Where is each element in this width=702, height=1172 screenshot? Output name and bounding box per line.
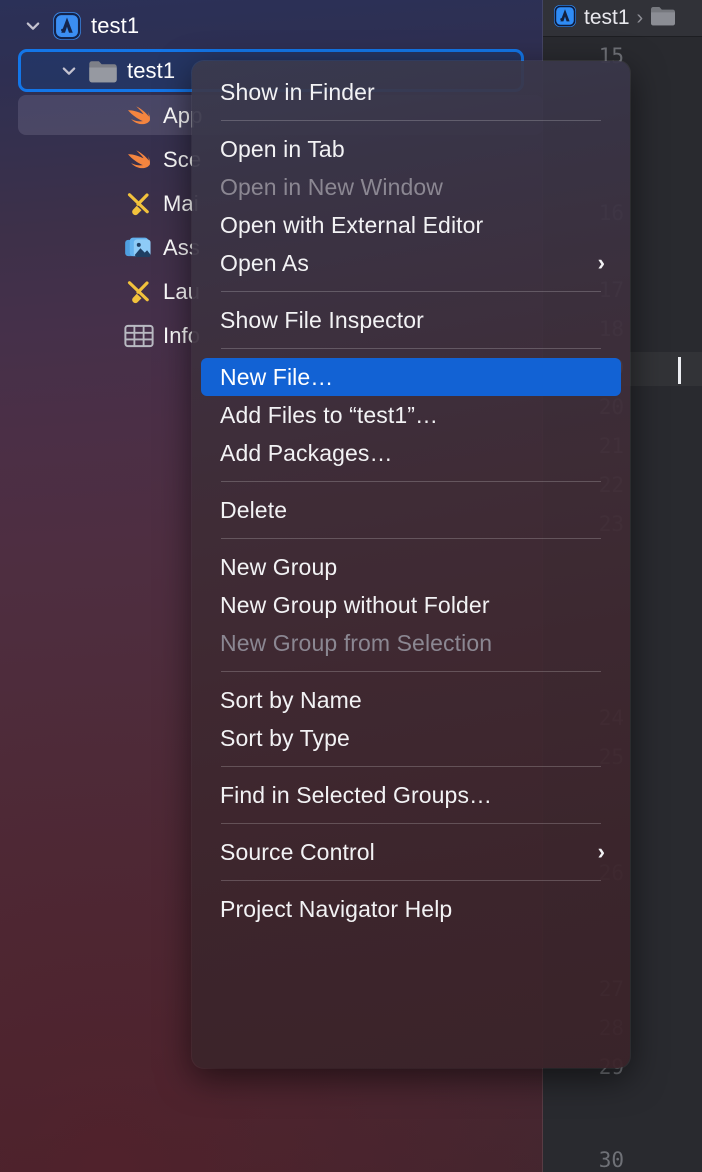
xcode-project-icon: [52, 11, 82, 41]
tree-row[interactable]: test1: [0, 4, 543, 48]
menu-item[interactable]: Show File Inspector: [201, 301, 621, 339]
menu-item-label: Open As: [220, 250, 309, 277]
menu-item[interactable]: Open in Tab: [201, 130, 621, 168]
menu-item-label: New File…: [220, 364, 333, 391]
menu-separator: [221, 823, 601, 824]
menu-item-label: Source Control: [220, 839, 375, 866]
disclosure-spacer: [94, 281, 116, 303]
swift-file-icon: [124, 145, 154, 175]
menu-item[interactable]: New File…: [201, 358, 621, 396]
folder-icon: [88, 56, 118, 86]
menu-item-label: Project Navigator Help: [220, 896, 452, 923]
line-number: 30: [554, 1148, 624, 1172]
text-caret: [678, 357, 681, 384]
menu-separator: [221, 120, 601, 121]
submenu-chevron-right-icon: ›: [598, 252, 605, 274]
xcode-window: test1test1AppSceMaiAssLauInfo test1 ›: [0, 0, 702, 1172]
menu-separator: [221, 671, 601, 672]
menu-separator: [221, 766, 601, 767]
storyboard-icon: [124, 277, 154, 307]
menu-item[interactable]: Sort by Name: [201, 681, 621, 719]
menu-item-label: Find in Selected Groups…: [220, 782, 492, 809]
menu-item: Open in New Window: [201, 168, 621, 206]
menu-item-label: New Group: [220, 554, 337, 581]
menu-item[interactable]: Open with External Editor: [201, 206, 621, 244]
menu-item: New Group from Selection: [201, 624, 621, 662]
menu-item-label: Delete: [220, 497, 287, 524]
menu-item[interactable]: Open As ›: [201, 244, 621, 282]
submenu-chevron-right-icon: ›: [598, 841, 605, 863]
swift-file-icon: [124, 101, 154, 131]
menu-item[interactable]: New Group without Folder: [201, 586, 621, 624]
menu-item[interactable]: Project Navigator Help: [201, 890, 621, 928]
menu-item-label: Sort by Type: [220, 725, 350, 752]
plist-file-icon: [124, 321, 154, 351]
menu-item-label: Add Packages…: [220, 440, 393, 467]
breadcrumb-project-label[interactable]: test1: [584, 6, 630, 30]
menu-separator: [221, 538, 601, 539]
menu-item[interactable]: Find in Selected Groups…: [201, 776, 621, 814]
menu-item-label: Open in Tab: [220, 136, 345, 163]
disclosure-spacer: [94, 149, 116, 171]
menu-item[interactable]: New Group: [201, 548, 621, 586]
menu-item-label: Sort by Name: [220, 687, 362, 714]
menu-item[interactable]: Add Files to “test1”…: [201, 396, 621, 434]
folder-icon: [650, 5, 676, 31]
menu-separator: [221, 880, 601, 881]
disclosure-spacer: [94, 325, 116, 347]
project-navigator-context-menu[interactable]: Show in Finder Open in Tab Open in New Win…: [192, 61, 630, 1068]
menu-item-label: Add Files to “test1”…: [220, 402, 438, 429]
menu-item[interactable]: Source Control ›: [201, 833, 621, 871]
menu-item-label: Show in Finder: [220, 79, 375, 106]
menu-item-label: New Group without Folder: [220, 592, 490, 619]
menu-separator: [221, 481, 601, 482]
menu-item[interactable]: Show in Finder: [201, 73, 621, 111]
chevron-right-icon: ›: [637, 7, 644, 30]
menu-item-label: Show File Inspector: [220, 307, 424, 334]
menu-item[interactable]: Delete: [201, 491, 621, 529]
chevron-down-icon[interactable]: [58, 60, 80, 82]
menu-item-label: Open in New Window: [220, 174, 443, 201]
menu-item[interactable]: Add Packages…: [201, 434, 621, 472]
menu-separator: [221, 348, 601, 349]
assets-catalog-icon: [124, 233, 154, 263]
disclosure-spacer: [94, 193, 116, 215]
breadcrumb[interactable]: test1 ›: [543, 0, 702, 37]
menu-item-label: New Group from Selection: [220, 630, 492, 657]
disclosure-spacer: [94, 105, 116, 127]
menu-separator: [221, 291, 601, 292]
storyboard-icon: [124, 189, 154, 219]
tree-row-label: test1: [91, 13, 139, 39]
xcode-project-icon: [553, 4, 577, 33]
disclosure-spacer: [94, 237, 116, 259]
menu-item[interactable]: Sort by Type: [201, 719, 621, 757]
menu-item-label: Open with External Editor: [220, 212, 483, 239]
chevron-down-icon[interactable]: [22, 15, 44, 37]
tree-row-label: test1: [127, 58, 175, 84]
